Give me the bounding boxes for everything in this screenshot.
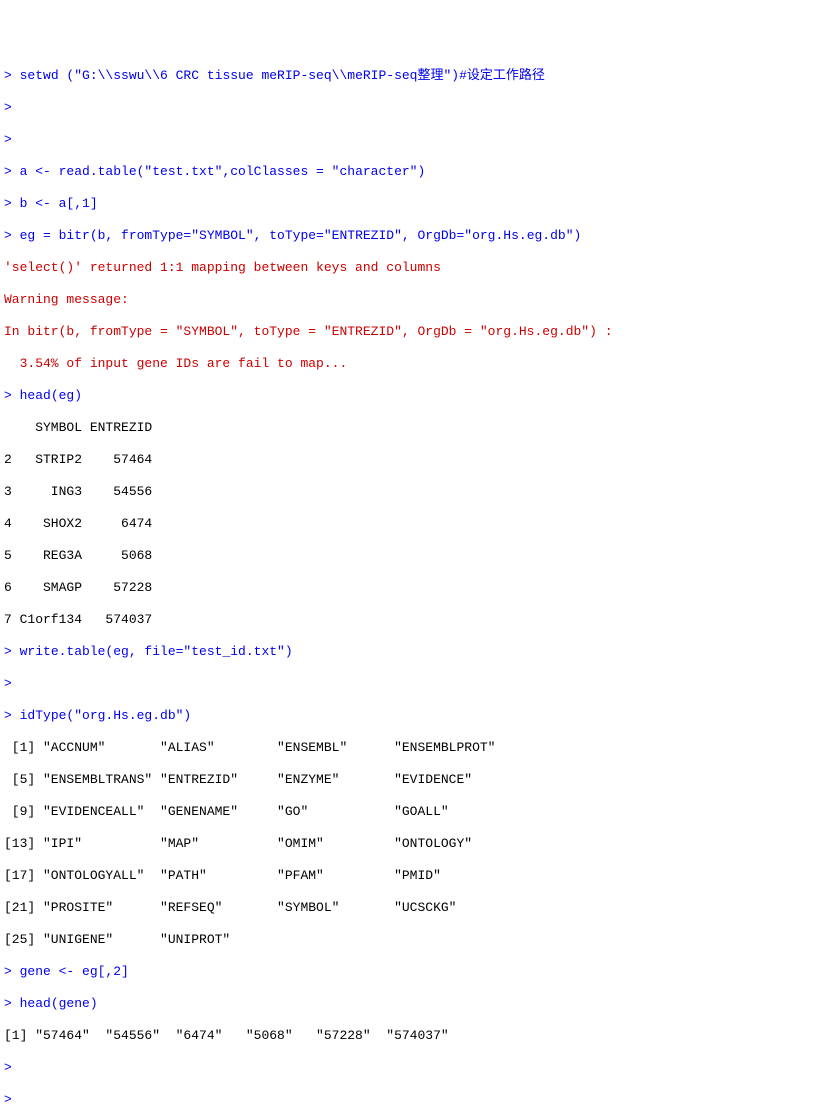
input-text: a <- read.table("test.txt",colClasses = … [20, 164, 426, 179]
prompt-symbol: > [4, 644, 20, 659]
prompt-symbol: > [4, 964, 20, 979]
console-line: > [4, 1060, 840, 1076]
output-text: 6 SMAGP 57228 [4, 580, 152, 595]
message-text: 'select()' returned 1:1 mapping between … [4, 260, 441, 275]
output-text: [9] "EVIDENCEALL" "GENENAME" "GO" "GOALL… [4, 804, 503, 819]
output-text: 3 ING3 54556 [4, 484, 152, 499]
console-line: > head(eg) [4, 388, 840, 404]
console-line: SYMBOL ENTREZID [4, 420, 840, 436]
output-text: 7 C1orf134 574037 [4, 612, 152, 627]
input-text: head(gene) [20, 996, 98, 1011]
output-text: [5] "ENSEMBLTRANS" "ENTREZID" "ENZYME" "… [4, 772, 503, 787]
output-text: [1] "57464" "54556" "6474" "5068" "57228… [4, 1028, 449, 1043]
input-text: head(eg) [20, 388, 82, 403]
console-line: > eg = bitr(b, fromType="SYMBOL", toType… [4, 228, 840, 244]
prompt-symbol: > [4, 228, 20, 243]
console-line: 4 SHOX2 6474 [4, 516, 840, 532]
console-line: > [4, 676, 840, 692]
input-text: b <- a[,1] [20, 196, 98, 211]
console-line: 7 C1orf134 574037 [4, 612, 840, 628]
output-text: SYMBOL ENTREZID [4, 420, 152, 435]
console-line: [1] "57464" "54556" "6474" "5068" "57228… [4, 1028, 840, 1044]
input-text: idType("org.Hs.eg.db") [20, 708, 192, 723]
console-line: [5] "ENSEMBLTRANS" "ENTREZID" "ENZYME" "… [4, 772, 840, 788]
console-line: > [4, 100, 840, 116]
output-text: [21] "PROSITE" "REFSEQ" "SYMBOL" "UCSCKG… [4, 900, 503, 915]
console-line: [13] "IPI" "MAP" "OMIM" "ONTOLOGY" [4, 836, 840, 852]
console-line: > a <- read.table("test.txt",colClasses … [4, 164, 840, 180]
console-line: 3.54% of input gene IDs are fail to map.… [4, 356, 840, 372]
console-line: > setwd ("G:\\sswu\\6 CRC tissue meRIP-s… [4, 68, 840, 84]
console-line: [17] "ONTOLOGYALL" "PATH" "PFAM" "PMID" [4, 868, 840, 884]
console-line: > head(gene) [4, 996, 840, 1012]
prompt-symbol: > [4, 100, 20, 115]
message-text: 3.54% of input gene IDs are fail to map.… [4, 356, 347, 371]
input-text: setwd ("G:\\sswu\\6 CRC tissue meRIP-seq… [20, 68, 545, 83]
prompt-symbol: > [4, 132, 20, 147]
console-line: 2 STRIP2 57464 [4, 452, 840, 468]
input-text: gene <- eg[,2] [20, 964, 129, 979]
prompt-symbol: > [4, 1092, 20, 1107]
prompt-symbol: > [4, 68, 20, 83]
console-line: [21] "PROSITE" "REFSEQ" "SYMBOL" "UCSCKG… [4, 900, 840, 916]
output-text: 2 STRIP2 57464 [4, 452, 152, 467]
console-line: 3 ING3 54556 [4, 484, 840, 500]
prompt-symbol: > [4, 676, 20, 691]
output-text: [1] "ACCNUM" "ALIAS" "ENSEMBL" "ENSEMBLP… [4, 740, 503, 755]
console-line: 6 SMAGP 57228 [4, 580, 840, 596]
console-line: [25] "UNIGENE" "UNIPROT" [4, 932, 840, 948]
console-line: In bitr(b, fromType = "SYMBOL", toType =… [4, 324, 840, 340]
prompt-symbol: > [4, 164, 20, 179]
console-line: 5 REG3A 5068 [4, 548, 840, 564]
console-line: [1] "ACCNUM" "ALIAS" "ENSEMBL" "ENSEMBLP… [4, 740, 840, 756]
output-text: [13] "IPI" "MAP" "OMIM" "ONTOLOGY" [4, 836, 503, 851]
console-line: [9] "EVIDENCEALL" "GENENAME" "GO" "GOALL… [4, 804, 840, 820]
console-line: > write.table(eg, file="test_id.txt") [4, 644, 840, 660]
r-console-output[interactable]: > setwd ("G:\\sswu\\6 CRC tissue meRIP-s… [4, 68, 840, 1116]
input-text: eg = bitr(b, fromType="SYMBOL", toType="… [20, 228, 582, 243]
prompt-symbol: > [4, 708, 20, 723]
console-line: > [4, 132, 840, 148]
message-text: In bitr(b, fromType = "SYMBOL", toType =… [4, 324, 613, 339]
console-line: 'select()' returned 1:1 mapping between … [4, 260, 840, 276]
console-line: > [4, 1092, 840, 1108]
console-line: > gene <- eg[,2] [4, 964, 840, 980]
prompt-symbol: > [4, 996, 20, 1011]
prompt-symbol: > [4, 1060, 20, 1075]
output-text: 5 REG3A 5068 [4, 548, 152, 563]
prompt-symbol: > [4, 196, 20, 211]
output-text: 4 SHOX2 6474 [4, 516, 152, 531]
console-line: Warning message: [4, 292, 840, 308]
output-text: [25] "UNIGENE" "UNIPROT" [4, 932, 269, 947]
prompt-symbol: > [4, 388, 20, 403]
output-text: [17] "ONTOLOGYALL" "PATH" "PFAM" "PMID" [4, 868, 503, 883]
console-line: > idType("org.Hs.eg.db") [4, 708, 840, 724]
input-text: write.table(eg, file="test_id.txt") [20, 644, 293, 659]
console-line: > b <- a[,1] [4, 196, 840, 212]
message-text: Warning message: [4, 292, 129, 307]
